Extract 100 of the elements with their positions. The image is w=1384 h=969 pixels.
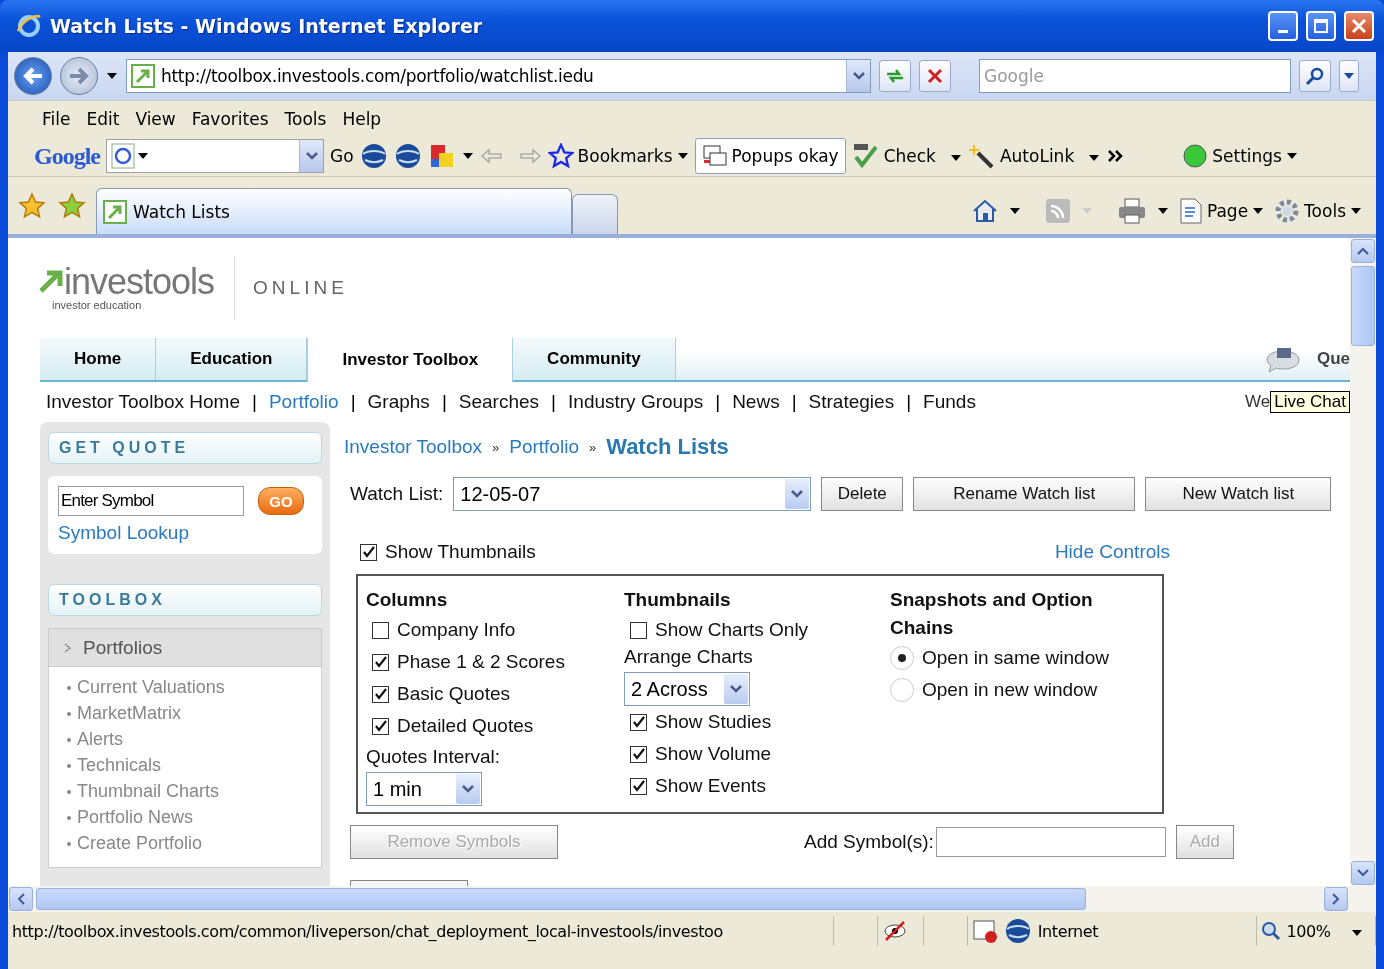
blocked-window-icon[interactable] [971, 918, 998, 944]
section-title: GET QUOTE [48, 432, 322, 464]
scroll-up-button[interactable] [1351, 239, 1375, 263]
sidebar-link[interactable]: Technicals [77, 755, 162, 776]
zoom-icon[interactable] [1260, 921, 1281, 941]
menu-item[interactable]: Tools [280, 108, 339, 129]
sidebar-link[interactable]: Thumbnail Charts [77, 781, 220, 802]
separator: | [551, 391, 557, 413]
subnav-link[interactable]: Portfolio [268, 391, 339, 413]
scrollbar-thumb[interactable] [1351, 266, 1375, 346]
watch-list-button[interactable]: Delete [821, 477, 904, 511]
column-heading: Columns [366, 588, 449, 612]
checkbox[interactable] [372, 717, 389, 735]
sidebar-link[interactable]: MarketMatrix [77, 703, 181, 724]
popups-button[interactable]: Popups okay [694, 138, 846, 174]
subnav-link[interactable]: Industry Groups [568, 391, 704, 413]
checkbox[interactable] [630, 621, 647, 639]
zoom-level[interactable]: 100% [1286, 921, 1331, 941]
breadcrumb-link[interactable]: Investor Toolbox [344, 436, 482, 458]
sidebar-link[interactable]: Portfolio News [77, 807, 194, 828]
checkbox[interactable] [630, 777, 647, 795]
close-button[interactable] [1344, 11, 1374, 41]
nav-tab[interactable]: Education [156, 338, 308, 380]
spell-check-button[interactable]: Check [851, 143, 962, 169]
earth-icon[interactable] [393, 142, 422, 170]
menu-item[interactable]: Edit [82, 108, 132, 129]
caret-icon [1008, 207, 1021, 215]
forward-button[interactable] [60, 57, 98, 95]
tools-menu-button[interactable]: Tools [1274, 198, 1362, 224]
arrange-select[interactable]: 2 Across [624, 672, 750, 706]
watch-list-select[interactable]: 12-05-07 [453, 477, 812, 511]
chevron-down-icon [304, 151, 319, 161]
search-icon [1305, 66, 1325, 86]
internet-globe-icon[interactable] [1003, 917, 1032, 945]
scroll-left-button[interactable] [9, 887, 33, 911]
checkbox[interactable] [372, 621, 389, 639]
caret-icon [1156, 207, 1169, 215]
go-button[interactable]: Go [330, 146, 354, 166]
menu-item[interactable]: File [38, 108, 83, 129]
add-favorite-icon[interactable] [58, 191, 86, 220]
google-search-field[interactable] [106, 139, 324, 173]
menu-item[interactable]: Help [338, 108, 394, 129]
subnav-link[interactable]: Strategies [808, 391, 895, 413]
interval-select[interactable]: 1 min [366, 772, 482, 806]
checkbox[interactable] [372, 685, 389, 703]
page-menu-button[interactable]: Page [1178, 198, 1265, 224]
checkbox[interactable] [360, 543, 377, 561]
favorites-star-icon[interactable] [18, 191, 46, 220]
nav-tab[interactable]: Investor Toolbox [307, 338, 514, 382]
scroll-right-button[interactable] [1324, 887, 1348, 911]
refresh-button[interactable] [879, 60, 911, 92]
hide-controls-link[interactable]: Hide Controls [1054, 541, 1170, 563]
address-field[interactable]: http://toolbox.investools.com/portfolio/watchlist.iedu [126, 59, 871, 93]
sidebar-link[interactable]: Current Valuations [77, 677, 225, 698]
sidebar-link[interactable]: Alerts [77, 729, 123, 750]
maximize-icon [1313, 18, 1329, 34]
portfolios-header[interactable]: Portfolios [49, 629, 321, 667]
subnav-link[interactable]: News [732, 391, 780, 413]
search-options-button[interactable] [1339, 60, 1359, 92]
page-icon [131, 64, 155, 88]
bookmarks-button[interactable]: Bookmarks [547, 143, 689, 169]
browser-tab[interactable]: Watch Lists [96, 188, 572, 234]
printer-icon[interactable] [1116, 198, 1147, 224]
settings-button[interactable]: Settings [1182, 143, 1298, 169]
subnav-link[interactable]: Funds [923, 391, 976, 413]
watch-list-button[interactable]: Rename Watch list [913, 477, 1136, 511]
search-button[interactable] [1299, 60, 1331, 92]
close-icon [927, 68, 943, 84]
subnav-link[interactable]: Searches [458, 391, 540, 413]
menu-item[interactable]: View [131, 108, 188, 129]
maximize-button[interactable] [1306, 11, 1336, 41]
browser-logo-icon [16, 13, 42, 39]
radio-button[interactable] [890, 678, 914, 702]
nav-tab[interactable]: Community [513, 338, 676, 380]
scrollbar-thumb[interactable] [36, 888, 1086, 910]
breadcrumb-link[interactable]: Portfolio [509, 436, 579, 458]
stop-button[interactable] [919, 60, 951, 92]
earth-icon[interactable] [359, 142, 388, 170]
subnav-link[interactable]: Investor Toolbox Home [46, 391, 240, 413]
radio-button[interactable] [890, 646, 914, 670]
caret-icon [949, 154, 962, 162]
checkbox[interactable] [372, 653, 389, 671]
autolink-button[interactable]: AutoLink [967, 143, 1101, 169]
abc-check-icon [851, 143, 880, 169]
symbol-lookup-link[interactable]: Symbol Lookup [58, 522, 312, 544]
checkbox[interactable] [630, 745, 647, 763]
search-field[interactable]: Google [979, 59, 1291, 93]
menu-item[interactable]: Favorites [187, 108, 281, 129]
minimize-button[interactable] [1268, 11, 1298, 41]
sidebar-link[interactable]: Create Portfolio [77, 833, 203, 854]
back-button[interactable] [14, 57, 52, 95]
checkbox[interactable] [630, 713, 647, 731]
scroll-down-button[interactable] [1351, 861, 1375, 885]
add-symbol-field[interactable] [935, 827, 1166, 857]
nav-tab[interactable]: Home [40, 338, 157, 380]
watch-list-button[interactable]: New Watch list [1145, 477, 1332, 511]
subnav-link[interactable]: Graphs [367, 391, 430, 413]
new-tab-button[interactable] [572, 194, 618, 234]
nav-tab[interactable]: Que [1316, 349, 1350, 369]
symbol-field[interactable]: Enter Symbol [58, 486, 244, 516]
